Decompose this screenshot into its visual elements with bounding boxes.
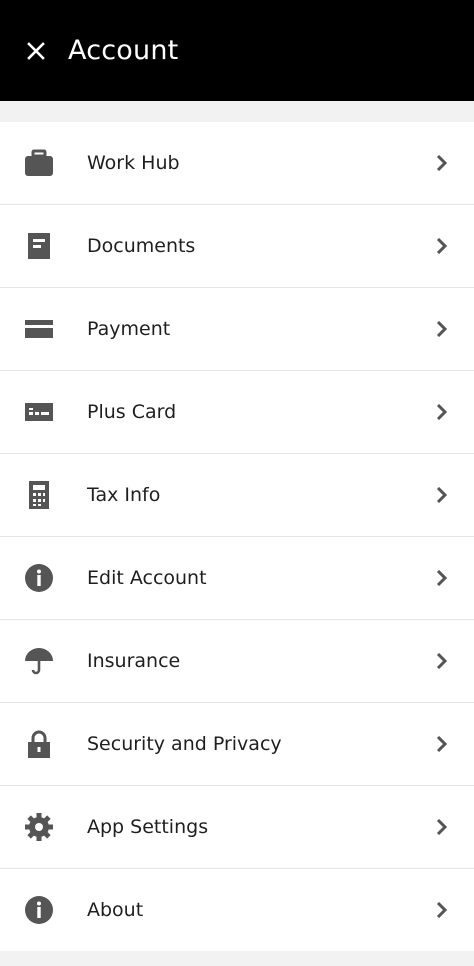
info-icon [24, 895, 54, 925]
app-header: Account [0, 0, 474, 101]
menu-item-label: App Settings [87, 816, 209, 838]
menu-item-edit-account[interactable]: Edit Account [0, 537, 474, 620]
chevron-right-icon [436, 570, 448, 586]
menu-item-label: About [87, 899, 144, 921]
account-menu-list: Work Hub Documents Payment Plus Card Tax… [0, 122, 474, 951]
chevron-right-icon [436, 238, 448, 254]
document-icon [24, 231, 54, 261]
plus-card-icon [24, 397, 54, 427]
calculator-icon [24, 480, 54, 510]
chevron-right-icon [436, 902, 448, 918]
chevron-right-icon [436, 653, 448, 669]
menu-item-work-hub[interactable]: Work Hub [0, 122, 474, 205]
menu-item-security-privacy[interactable]: Security and Privacy [0, 703, 474, 786]
gear-icon [24, 812, 54, 842]
menu-item-insurance[interactable]: Insurance [0, 620, 474, 703]
menu-item-app-settings[interactable]: App Settings [0, 786, 474, 869]
menu-item-payment[interactable]: Payment [0, 288, 474, 371]
menu-item-documents[interactable]: Documents [0, 205, 474, 288]
chevron-right-icon [436, 155, 448, 171]
menu-item-label: Plus Card [87, 401, 177, 423]
menu-item-label: Insurance [87, 650, 181, 672]
chevron-right-icon [436, 487, 448, 503]
menu-item-label: Payment [87, 318, 171, 340]
chevron-right-icon [436, 819, 448, 835]
close-button[interactable] [24, 39, 48, 63]
menu-item-label: Work Hub [87, 152, 180, 174]
top-spacer [0, 101, 474, 122]
chevron-right-icon [436, 321, 448, 337]
page-title: Account [68, 35, 179, 66]
briefcase-icon [24, 148, 54, 178]
menu-item-label: Security and Privacy [87, 733, 282, 755]
menu-item-label: Documents [87, 235, 196, 257]
info-icon [24, 563, 54, 593]
lock-icon [24, 729, 54, 759]
menu-item-about[interactable]: About [0, 869, 474, 951]
chevron-right-icon [436, 404, 448, 420]
chevron-right-icon [436, 736, 448, 752]
menu-item-label: Tax Info [87, 484, 161, 506]
credit-card-icon [24, 314, 54, 344]
menu-item-plus-card[interactable]: Plus Card [0, 371, 474, 454]
menu-item-tax-info[interactable]: Tax Info [0, 454, 474, 537]
menu-item-label: Edit Account [87, 567, 207, 589]
close-icon [27, 41, 45, 60]
umbrella-icon [24, 646, 54, 676]
bottom-spacer [0, 951, 474, 966]
